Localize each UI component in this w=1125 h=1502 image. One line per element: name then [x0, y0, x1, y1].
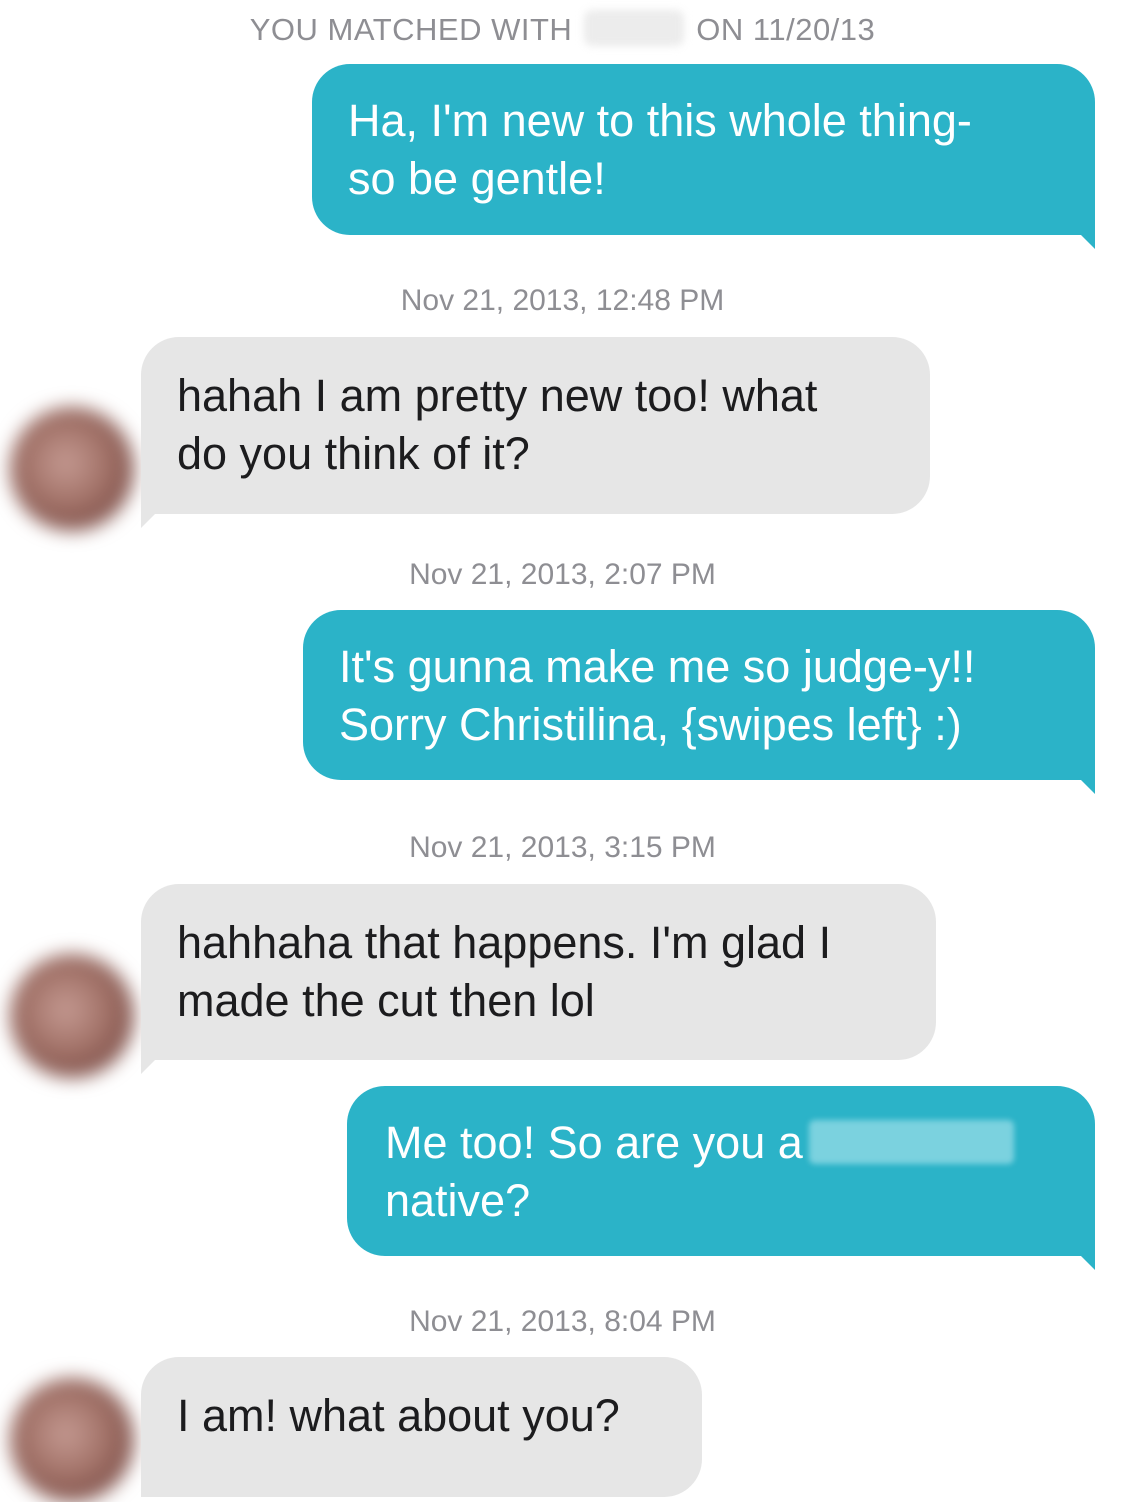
avatar[interactable]	[10, 954, 134, 1078]
bubble-tail	[1081, 1256, 1095, 1270]
timestamp: Nov 21, 2013, 2:07 PM	[409, 558, 716, 591]
timestamp: Nov 21, 2013, 12:48 PM	[400, 284, 725, 317]
timestamp: Nov 21, 2013, 8:04 PM	[409, 1305, 716, 1338]
message-text: Ha, I'm new to this whole thing-	[348, 95, 972, 146]
match-header-date: ON 11/20/13	[696, 12, 876, 47]
message-text: hahhaha that happens. I'm glad I	[177, 917, 832, 968]
bubble-tail	[141, 1060, 155, 1074]
match-header-prefix: YOU MATCHED WITH	[249, 12, 573, 47]
message-text: so be gentle!	[348, 153, 606, 204]
message-text: It's gunna make me so judge-y!!	[339, 641, 976, 692]
bubble-tail	[1081, 780, 1095, 794]
sent-message[interactable]: It's gunna make me so judge-y!! Sorry Ch…	[303, 610, 1095, 780]
message-text: made the cut then lol	[177, 975, 595, 1026]
bubble-tail	[141, 514, 155, 528]
redacted-text	[808, 1120, 1014, 1164]
message-text: hahah I am pretty new too! what	[177, 370, 818, 421]
received-message[interactable]: hahah I am pretty new too! what do you t…	[141, 337, 930, 514]
message-text: do you think of it?	[177, 428, 530, 479]
received-message[interactable]: I am! what about you?	[141, 1357, 702, 1497]
message-text: Me too! So are you a	[385, 1114, 1057, 1172]
sent-message[interactable]: Ha, I'm new to this whole thing- so be g…	[312, 64, 1095, 235]
received-message[interactable]: hahhaha that happens. I'm glad I made th…	[141, 884, 936, 1060]
bubble-tail	[1081, 235, 1095, 249]
sent-message[interactable]: Me too! So are you a native?	[347, 1086, 1095, 1256]
avatar[interactable]	[10, 407, 134, 531]
timestamp: Nov 21, 2013, 3:15 PM	[409, 831, 716, 864]
match-header: YOU MATCHED WITH ON 11/20/13	[0, 8, 1125, 52]
message-text: I am! what about you?	[177, 1390, 620, 1441]
redacted-name	[584, 10, 685, 46]
message-text: native?	[385, 1175, 531, 1226]
message-text: Sorry Christilina, {swipes left} :)	[339, 699, 962, 750]
avatar[interactable]	[10, 1378, 134, 1502]
